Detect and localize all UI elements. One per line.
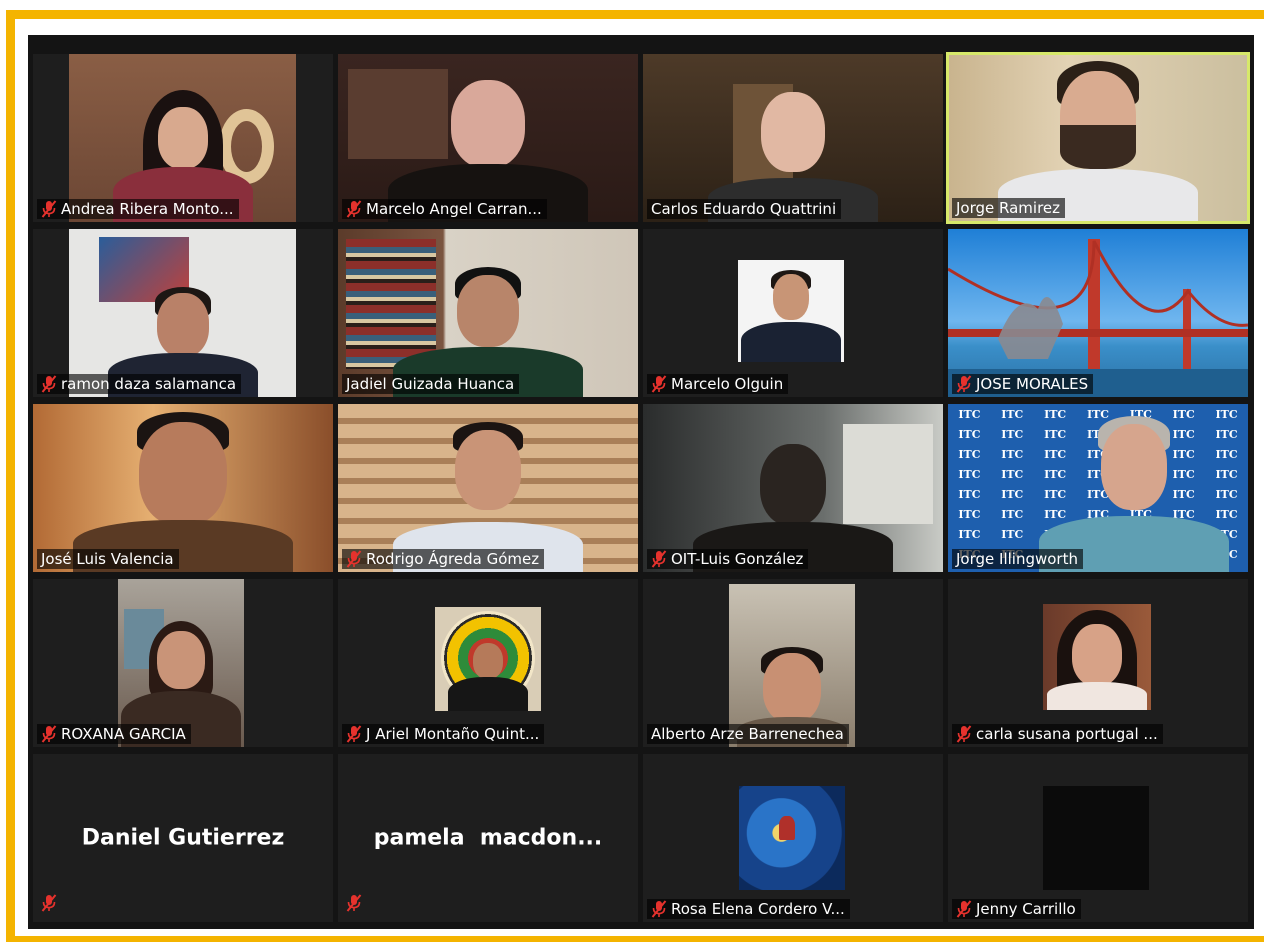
participant-name: Jenny Carrillo [976,900,1076,918]
participant-tile[interactable]: Jadiel Guizada Huanca [338,229,638,397]
muted-microphone-icon [346,550,362,568]
participant-avatar [1043,604,1151,710]
participant-tile[interactable]: José Luis Valencia [33,404,333,572]
participant-video [643,404,943,572]
muted-microphone-icon [651,900,667,918]
participant-tile[interactable]: Jenny Carrillo [948,754,1248,922]
participant-tile[interactable]: J Ariel Montaño Quint... [338,579,638,747]
participant-avatar [435,607,541,711]
participant-name-tag: Alberto Arze Barrenechea [647,724,849,744]
muted-microphone-icon [41,894,57,912]
participant-name-tag: carla susana portugal ... [952,724,1163,744]
participant-name: J Ariel Montaño Quint... [366,725,540,743]
participant-tile[interactable]: OIT-Luis González [643,404,943,572]
participant-name: Rodrigo Ágreda Gómez [366,550,540,568]
participant-name: José Luis Valencia [41,550,174,568]
participant-tile[interactable]: pamela macdon... [338,754,638,922]
participant-name-tag: JOSE MORALES [952,374,1094,394]
muted-microphone-icon [651,375,667,393]
participant-avatar [738,260,844,362]
participant-display-name: Daniel Gutierrez [81,825,285,851]
muted-microphone-icon [651,550,667,568]
participant-name-tag: Carlos Eduardo Quattrini [647,199,842,219]
muted-microphone-icon [956,375,972,393]
participant-name: Carlos Eduardo Quattrini [651,200,837,218]
golden-gate-bridge-image [948,239,1248,397]
participant-name: Jorge Illingworth [956,550,1078,568]
participant-name: Andrea Ribera Monto... [61,200,234,218]
participant-tile[interactable]: Daniel Gutierrez [33,754,333,922]
participant-video [33,404,333,572]
participant-video [338,54,638,222]
muted-microphone-icon [346,200,362,218]
participant-tile[interactable]: ROXANA GARCIA [33,579,333,747]
participant-tile[interactable]: Carlos Eduardo Quattrini [643,54,943,222]
participant-tile[interactable]: ramon daza salamanca [33,229,333,397]
muted-microphone-icon [41,375,57,393]
video-gallery: Andrea Ribera Monto... Marcelo Angel Car… [28,35,1254,929]
active-speaker-tile[interactable]: Jorge Ramirez [946,52,1250,224]
participant-name-tag: Marcelo Olguin [647,374,789,394]
participant-name-tag: OIT-Luis González [647,549,809,569]
participant-background-image [948,229,1248,397]
participant-name-tag: Rodrigo Ágreda Gómez [342,549,545,569]
participant-name: ramon daza salamanca [61,375,237,393]
participant-name: ROXANA GARCIA [61,725,186,743]
participant-video [338,229,638,397]
participant-name-tag: J Ariel Montaño Quint... [342,724,545,744]
muted-microphone-icon [346,894,362,912]
participant-tile[interactable]: JOSE MORALES [948,229,1248,397]
participant-tile[interactable]: carla susana portugal ... [948,579,1248,747]
participant-name: carla susana portugal ... [976,725,1158,743]
participant-name: Jorge Ramirez [956,199,1061,217]
muted-microphone-icon [956,900,972,918]
participant-name-tag: Jadiel Guizada Huanca [342,374,520,394]
participant-video [729,584,855,747]
participant-name-tag: ROXANA GARCIA [37,724,191,744]
participant-tile[interactable]: Marcelo Angel Carran... [338,54,638,222]
muted-microphone-icon [41,725,57,743]
participant-tile[interactable]: Andrea Ribera Monto... [33,54,333,222]
participant-name-tag: José Luis Valencia [37,549,179,569]
participant-video [118,579,244,747]
participant-name-tag: Marcelo Angel Carran... [342,199,547,219]
participant-name-tag: Jorge Illingworth [952,549,1083,569]
participant-tile[interactable]: Alberto Arze Barrenechea [643,579,943,747]
participant-tile[interactable]: Rodrigo Ágreda Gómez [338,404,638,572]
participant-avatar [739,786,845,890]
participant-name-tag: Andrea Ribera Monto... [37,199,239,219]
participant-video [69,54,296,222]
participant-video [338,404,638,572]
participant-video [949,55,1247,221]
participant-video: ITC ITC ITC ITC ITC ITC ITC ITC ITC ITC ITC ITC ITC… [948,404,1248,572]
muted-microphone-icon [956,725,972,743]
participant-tile[interactable]: Rosa Elena Cordero V... [643,754,943,922]
participant-name: JOSE MORALES [976,375,1089,393]
participant-name-tag: ramon daza salamanca [37,374,242,394]
participant-tile[interactable]: ITC ITC ITC ITC ITC ITC ITC ITC ITC ITC ITC ITC ITC… [948,404,1248,572]
participant-name-tag: Jorge Ramirez [952,198,1066,218]
participant-avatar [1043,786,1149,890]
participant-name-tag: Rosa Elena Cordero V... [647,899,850,919]
participant-name: Alberto Arze Barrenechea [651,725,844,743]
participant-name: Jadiel Guizada Huanca [346,375,515,393]
participant-name-tag: Jenny Carrillo [952,899,1081,919]
muted-microphone-icon [41,200,57,218]
participant-display-name: pamela macdon... [373,825,603,851]
participant-video [69,229,296,397]
participant-video [643,54,943,222]
participant-name: Marcelo Angel Carran... [366,200,542,218]
participant-name: OIT-Luis González [671,550,804,568]
participant-tile[interactable]: Marcelo Olguin [643,229,943,397]
participant-name: Marcelo Olguin [671,375,784,393]
participant-name: Rosa Elena Cordero V... [671,900,845,918]
muted-microphone-icon [346,725,362,743]
